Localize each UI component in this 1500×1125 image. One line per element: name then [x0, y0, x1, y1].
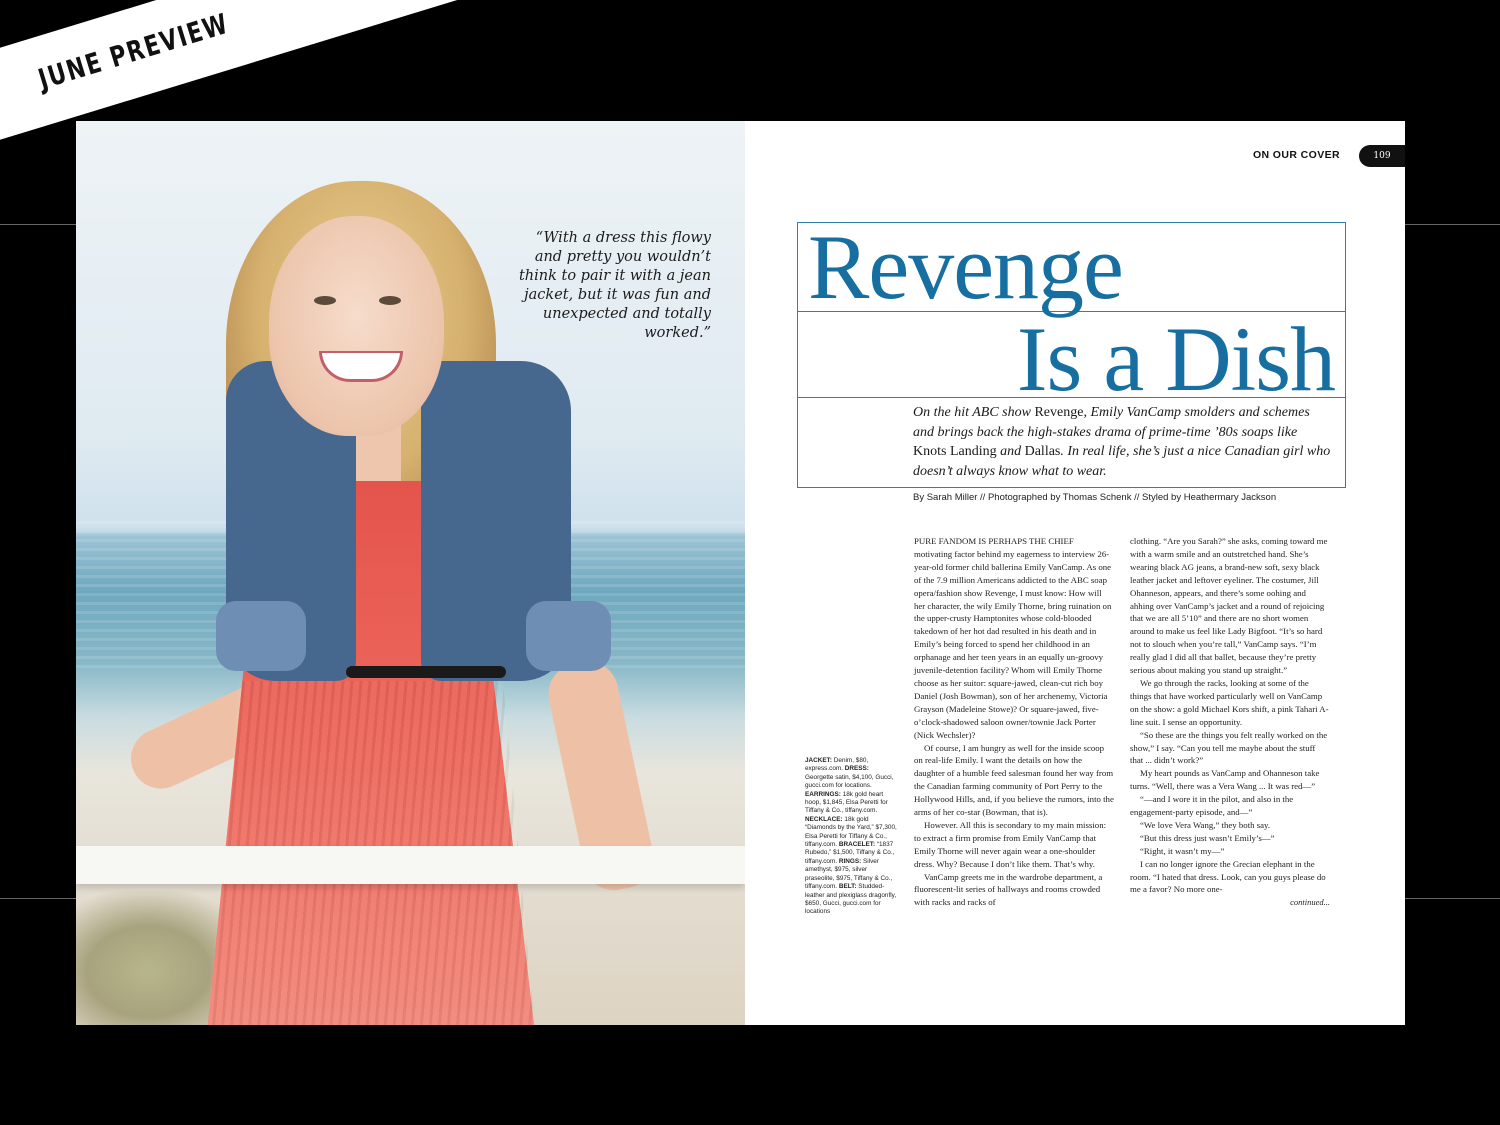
- paragraph: I can no longer ignore the Grecian eleph…: [1130, 858, 1326, 895]
- article-page: ON OUR COVER 109 Revenge Is a Dish On th…: [745, 121, 1405, 1025]
- paragraph: clothing. “Are you Sarah?” she asks, com…: [1130, 536, 1328, 676]
- deck-text: On the hit ABC show Revenge, Emily VanCa…: [913, 403, 1333, 481]
- page-number: 109: [1359, 145, 1405, 167]
- paragraph: Of course, I am hungry as well for the i…: [914, 742, 1114, 818]
- credit-label: RINGS:: [838, 857, 862, 865]
- divider-line: [1405, 898, 1500, 899]
- headline-line-1: Revenge: [808, 216, 1124, 318]
- credit-label: DRESS:: [844, 765, 869, 773]
- show-title: Revenge: [1034, 405, 1084, 420]
- paragraph: “Right, it wasn’t my—”: [1140, 845, 1225, 856]
- white-railing: [76, 846, 745, 884]
- cover-photo: “With a dress this flowy and pretty you …: [76, 121, 745, 1025]
- pull-quote: “With a dress this flowy and pretty you …: [518, 230, 711, 341]
- jacket-cuff-right: [526, 601, 611, 671]
- model-eye: [314, 296, 336, 305]
- divider-line: [0, 898, 76, 899]
- paragraph: We go through the racks, looking at some…: [1130, 677, 1329, 727]
- paragraph: PURE FANDOM IS PERHAPS THE CHIEF motivat…: [914, 536, 1112, 740]
- credit-label: NECKLACE:: [805, 815, 843, 823]
- continued-marker: continued...: [1290, 897, 1330, 908]
- paragraph: My heart pounds as VanCamp and Ohanneson…: [1130, 768, 1320, 792]
- model-eye: [379, 296, 401, 305]
- deck-part: and: [996, 444, 1025, 459]
- show-title: Knots Landing: [913, 444, 997, 459]
- banner-label: JUNE PREVIEW: [34, 6, 233, 96]
- fashion-credits: JACKET: Denim, $80, express.com. DRESS: …: [805, 757, 897, 917]
- paragraph: However. All this is secondary to my mai…: [914, 819, 1107, 869]
- paragraph: “So these are the things you felt really…: [1130, 729, 1328, 766]
- headline-line-2: Is a Dish: [1016, 308, 1336, 410]
- paragraph: “But this dress just wasn’t Emily’s—”: [1140, 832, 1275, 843]
- jacket-cuff-left: [216, 601, 306, 671]
- article-column-1: PURE FANDOM IS PERHAPS THE CHIEF motivat…: [914, 535, 1114, 909]
- divider-line: [0, 224, 76, 225]
- article-column-2: clothing. “Are you Sarah?” she asks, com…: [1130, 535, 1330, 909]
- credit-label: EARRINGS:: [805, 790, 841, 798]
- byline: By Sarah Miller // Photographed by Thoma…: [913, 492, 1277, 503]
- paragraph: VanCamp greets me in the wardrobe depart…: [914, 871, 1103, 908]
- studded-belt: [346, 666, 506, 678]
- paragraph: “—and I wore it in the pilot, and also i…: [1130, 794, 1294, 818]
- section-label: ON OUR COVER: [1252, 149, 1340, 161]
- credit-label: BRACELET:: [838, 841, 876, 849]
- paragraph: “We love Vera Wang,” they both say.: [1140, 819, 1271, 830]
- credit-label: JACKET:: [805, 757, 832, 764]
- model-face: [269, 216, 444, 436]
- credit-text: Georgette satin, $4,100, Gucci, gucci.co…: [805, 773, 894, 790]
- divider-line: [1405, 224, 1500, 225]
- deck-part: On the hit ABC show: [913, 405, 1035, 420]
- magazine-spread: “With a dress this flowy and pretty you …: [76, 121, 1405, 1025]
- show-title: Dallas: [1024, 444, 1061, 459]
- credit-label: BELT:: [838, 883, 857, 891]
